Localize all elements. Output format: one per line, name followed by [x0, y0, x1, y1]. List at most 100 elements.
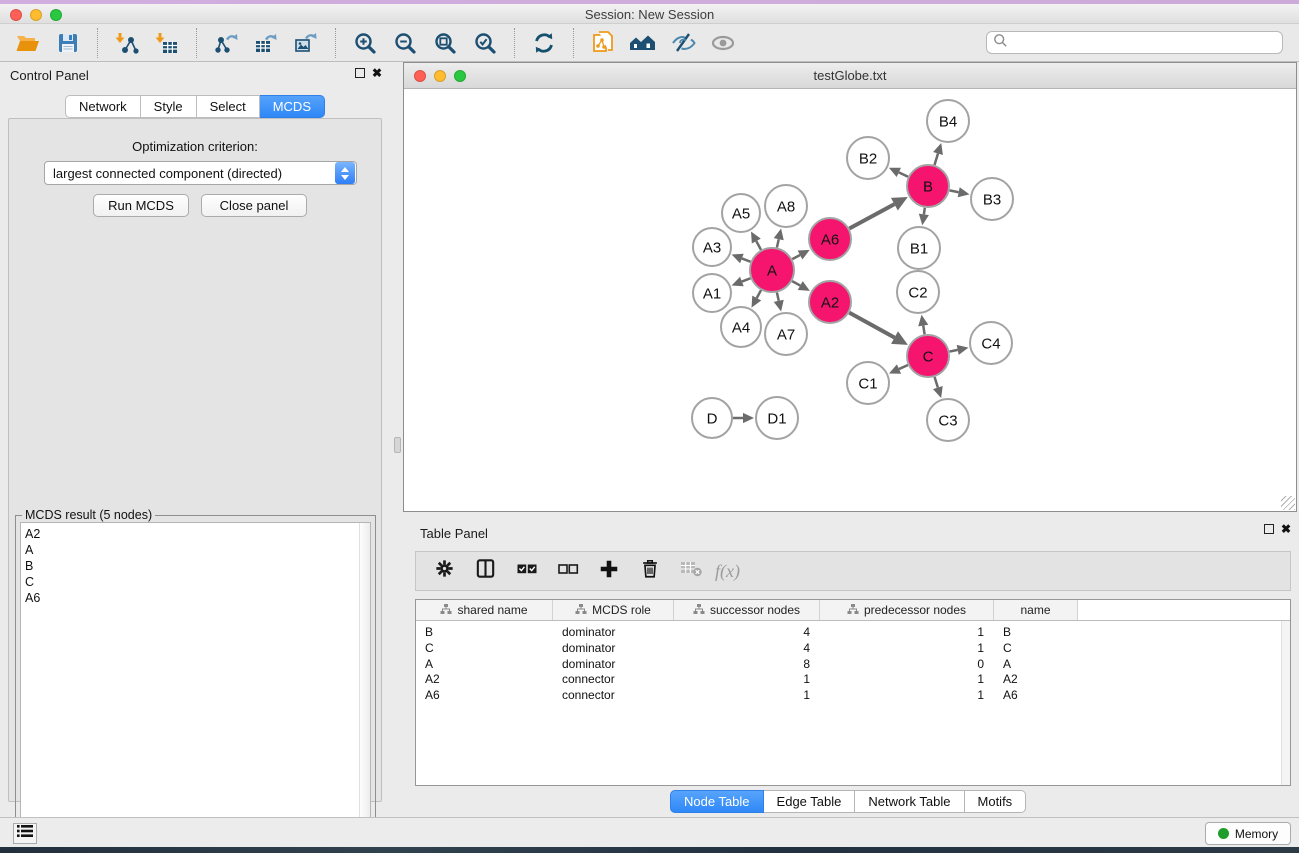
zoom-in-button[interactable]: [345, 27, 385, 59]
eye-button[interactable]: [703, 27, 743, 59]
table-cell[interactable]: 1: [820, 671, 994, 687]
column-header-shared-name[interactable]: shared name: [416, 600, 553, 620]
table-row[interactable]: Adominator80A: [416, 656, 1078, 672]
edge-A-A7[interactable]: [777, 292, 779, 300]
edge-A-A8[interactable]: [777, 239, 779, 247]
result-item[interactable]: A2: [21, 526, 370, 542]
run-mcds-button[interactable]: Run MCDS: [93, 194, 189, 217]
table-cell[interactable]: A: [416, 656, 553, 672]
table-cell[interactable]: C: [416, 640, 553, 656]
resize-grip-icon[interactable]: [1281, 496, 1295, 510]
table-row[interactable]: Bdominator41B: [416, 624, 1078, 640]
export-image-button[interactable]: [286, 27, 326, 59]
zoom-selected-button[interactable]: [465, 27, 505, 59]
table-cell[interactable]: B: [416, 624, 553, 640]
show-columns-button[interactable]: [467, 555, 504, 587]
column-header-name[interactable]: name: [994, 600, 1078, 620]
table-cell[interactable]: dominator: [553, 640, 674, 656]
table-cell[interactable]: 4: [674, 624, 820, 640]
panel-splitter-handle[interactable]: [394, 437, 401, 453]
tab-style[interactable]: Style: [141, 95, 197, 118]
table-row[interactable]: A6connector11A6: [416, 687, 1078, 703]
edge-B-B4[interactable]: [934, 153, 938, 164]
table-cell[interactable]: 8: [674, 656, 820, 672]
float-panel-icon[interactable]: [1264, 524, 1274, 534]
unselect-all-button[interactable]: [549, 555, 586, 587]
network-graph[interactable]: B4B2BB3B1A5A8A6A3AA1A2C2A4A7C4CC1C3DD1: [404, 89, 1296, 511]
float-panel-icon[interactable]: [355, 68, 365, 78]
edge-A6-B[interactable]: [849, 204, 894, 228]
table-cell[interactable]: A6: [416, 687, 553, 703]
table-cell[interactable]: 1: [820, 624, 994, 640]
search-input[interactable]: [1008, 36, 1276, 50]
column-header-MCDS-role[interactable]: MCDS role: [553, 600, 674, 620]
table-cell[interactable]: 1: [674, 671, 820, 687]
table-cell[interactable]: 1: [820, 640, 994, 656]
export-table-button[interactable]: [246, 27, 286, 59]
task-history-button[interactable]: [13, 823, 37, 844]
tab-network[interactable]: Network: [65, 95, 141, 118]
add-column-button[interactable]: [590, 555, 627, 587]
edge-B-B2[interactable]: [899, 172, 908, 176]
close-panel-button[interactable]: Close panel: [201, 194, 307, 217]
close-panel-icon[interactable]: ✖: [1281, 524, 1291, 534]
criterion-dropdown[interactable]: largest connected component (directed): [44, 161, 357, 185]
edge-B-B3[interactable]: [950, 190, 959, 192]
edge-C-C1[interactable]: [899, 365, 908, 369]
table-cell[interactable]: 1: [820, 687, 994, 703]
table-row[interactable]: Cdominator41C: [416, 640, 1078, 656]
table-cell[interactable]: connector: [553, 671, 674, 687]
table-cell[interactable]: 0: [820, 656, 994, 672]
tab-network-table[interactable]: Network Table: [855, 790, 964, 813]
select-all-button[interactable]: [508, 555, 545, 587]
result-item[interactable]: B: [21, 558, 370, 574]
edge-A-A3[interactable]: [742, 258, 751, 261]
export-network-button[interactable]: [206, 27, 246, 59]
save-session-button[interactable]: [48, 27, 88, 59]
zoom-fit-button[interactable]: [425, 27, 465, 59]
home-button[interactable]: [623, 27, 663, 59]
table-row[interactable]: A2connector11A2: [416, 671, 1078, 687]
edge-B-B1[interactable]: [924, 208, 925, 215]
table-cell[interactable]: C: [994, 640, 1078, 656]
table-settings-button[interactable]: [426, 555, 463, 587]
tab-select[interactable]: Select: [197, 95, 260, 118]
network-canvas[interactable]: B4B2BB3B1A5A8A6A3AA1A2C2A4A7C4CC1C3DD1: [404, 89, 1296, 511]
tab-edge-table[interactable]: Edge Table: [764, 790, 856, 813]
import-table-button[interactable]: [147, 27, 187, 59]
table-cell[interactable]: B: [994, 624, 1078, 640]
tab-motifs[interactable]: Motifs: [965, 790, 1027, 813]
column-header-successor-nodes[interactable]: successor nodes: [674, 600, 820, 620]
table-cell[interactable]: A6: [994, 687, 1078, 703]
zoom-out-button[interactable]: [385, 27, 425, 59]
tab-mcds[interactable]: MCDS: [260, 95, 325, 118]
edge-C-C3[interactable]: [935, 377, 938, 388]
close-panel-icon[interactable]: ✖: [372, 68, 382, 78]
edge-A-A1[interactable]: [742, 278, 751, 281]
hide-panels-button[interactable]: [663, 27, 703, 59]
search-field[interactable]: [986, 31, 1283, 54]
table-cell[interactable]: A2: [416, 671, 553, 687]
table-cell[interactable]: connector: [553, 687, 674, 703]
delete-column-button[interactable]: [631, 555, 668, 587]
node-table[interactable]: shared nameMCDS rolesuccessor nodesprede…: [415, 599, 1291, 786]
edge-C-C2[interactable]: [923, 326, 924, 335]
result-item[interactable]: A: [21, 542, 370, 558]
edge-A-A2[interactable]: [792, 281, 800, 285]
edge-A2-C[interactable]: [849, 313, 894, 338]
table-scrollbar[interactable]: [1281, 621, 1290, 785]
column-header-predecessor-nodes[interactable]: predecessor nodes: [820, 600, 994, 620]
edge-A-A6[interactable]: [792, 255, 800, 259]
import-network-button[interactable]: [107, 27, 147, 59]
edge-C-C4[interactable]: [950, 350, 958, 352]
result-item[interactable]: A6: [21, 590, 370, 606]
tab-node-table[interactable]: Node Table: [670, 790, 764, 813]
result-item[interactable]: C: [21, 574, 370, 590]
table-cell[interactable]: dominator: [553, 624, 674, 640]
table-cell[interactable]: 1: [674, 687, 820, 703]
edge-A-A4[interactable]: [757, 290, 761, 298]
mcds-result-list[interactable]: A2ABCA6: [20, 522, 371, 845]
refresh-network-button[interactable]: [524, 27, 564, 59]
result-scrollbar[interactable]: [359, 523, 370, 844]
open-file-button[interactable]: [8, 27, 48, 59]
